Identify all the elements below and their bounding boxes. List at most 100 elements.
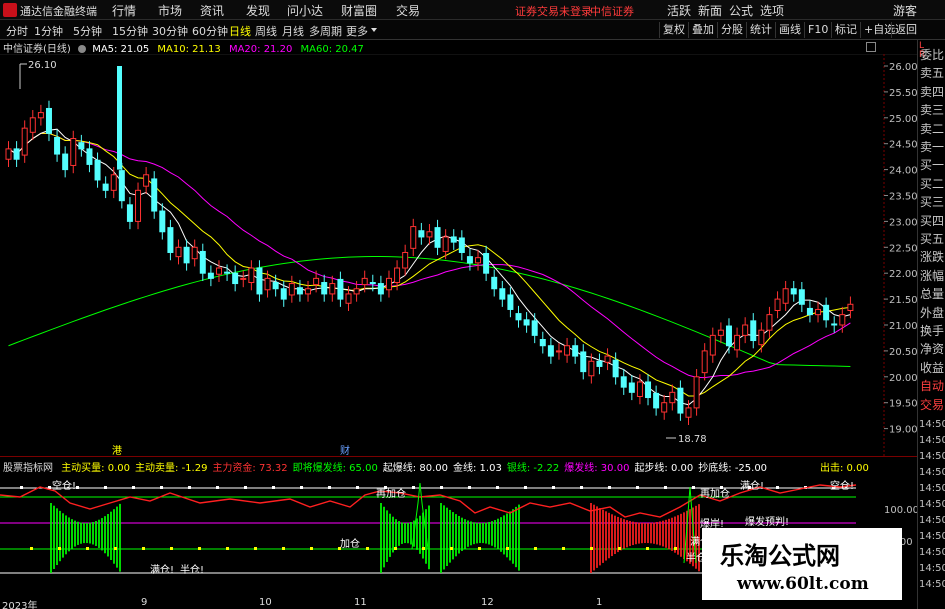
- side-panel-item[interactable]: 买五: [920, 230, 945, 247]
- period-toolbar: 分时 1分钟 5分钟 15分钟 30分钟 60分钟 日线 周线 月线 多周期 更…: [0, 20, 945, 40]
- y-tick-label: 19.50: [889, 399, 917, 410]
- menu-item-trade[interactable]: 交易: [396, 2, 420, 19]
- trade-status[interactable]: 证券交易未登录: [515, 3, 592, 19]
- period-button-1min[interactable]: 1分钟: [34, 23, 63, 39]
- ma60-line: [8, 256, 851, 367]
- y-tick-label: 19.00: [889, 425, 917, 436]
- menu-item-discover[interactable]: 发现: [246, 2, 270, 19]
- time-label: 14:50: [919, 451, 945, 462]
- x-tick-11: 11: [354, 597, 367, 608]
- menu-item-active[interactable]: 活跃: [667, 2, 691, 19]
- tool-button-adjust[interactable]: 复权: [659, 22, 688, 38]
- finance-marker: 财: [340, 444, 350, 456]
- side-panel-item[interactable]: 净资: [920, 340, 945, 357]
- ma-legend: 中信证券(日线) MA5: 21.05 MA10: 21.13 MA20: 21…: [0, 40, 364, 55]
- hk-marker: 港: [112, 445, 122, 456]
- watermark-title: 乐淘公式网: [720, 542, 840, 570]
- indicator-legend: 股票指标网 主动买量: 0.00 主动卖量: -1.29 主力资金: 73.32 即将…: [0, 459, 767, 474]
- menu-item-formula[interactable]: 公式: [729, 2, 753, 19]
- maximize-icon[interactable]: [866, 42, 876, 52]
- menu-item-guest[interactable]: 游客: [893, 2, 917, 19]
- tool-button-back[interactable]: 返回: [891, 22, 920, 38]
- period-button-month[interactable]: 月线: [282, 23, 304, 39]
- side-panel-item[interactable]: 换手: [920, 322, 945, 339]
- period-button-5min[interactable]: 5分钟: [73, 23, 102, 39]
- period-button-60min[interactable]: 60分钟: [192, 23, 228, 39]
- menu-item-news[interactable]: 资讯: [200, 2, 224, 19]
- menu-item-ask[interactable]: 问小达: [287, 2, 323, 19]
- time-label: 14:50: [919, 515, 945, 526]
- x-tick-2023: 2023年: [2, 601, 38, 609]
- x-tick-1: 1: [596, 597, 603, 608]
- menu-item-exchange[interactable]: 市场: [158, 2, 182, 19]
- side-panel-item[interactable]: 委比: [920, 46, 945, 63]
- period-button-timeshare[interactable]: 分时: [6, 23, 28, 39]
- side-panel-item[interactable]: 卖五: [920, 64, 945, 81]
- y-axis: 26.00 25.50 25.00 24.50 24.00 23.50 23.00 22.50…: [884, 62, 917, 436]
- tool-button-draw[interactable]: 画线: [775, 22, 804, 38]
- side-panel-item[interactable]: 买四: [920, 212, 945, 229]
- tool-button-mark[interactable]: 标记: [831, 22, 860, 38]
- ma20-line: [8, 132, 851, 379]
- side-panel-item[interactable]: 卖一: [920, 138, 945, 155]
- side-panel-item[interactable]: 卖三: [920, 101, 945, 118]
- watermark-url: www.60lt.com: [737, 574, 869, 594]
- y-tick-label: 22.50: [889, 243, 917, 254]
- chevron-down-icon[interactable]: [371, 28, 377, 32]
- period-button-30min[interactable]: 30分钟: [152, 23, 188, 39]
- menu-item-market[interactable]: 行情: [112, 2, 136, 19]
- side-panel-item[interactable]: 买三: [920, 193, 945, 210]
- period-button-more[interactable]: 更多: [346, 23, 368, 39]
- time-label: 14:50: [919, 547, 945, 558]
- y-tick-label: 20.00: [889, 373, 917, 384]
- y-tick-label: 20.50: [889, 347, 917, 358]
- tool-button-overlay[interactable]: 叠加: [688, 22, 717, 38]
- menu-item-newface[interactable]: 新面: [698, 2, 722, 19]
- indicator-ytick-100: 100.00: [884, 505, 917, 516]
- menu-bar: 通达信金融终端 行情 市场 资讯 发现 问小达 财富圈 交易 证券交易未登录 中…: [0, 0, 945, 20]
- side-panel-item[interactable]: 外盘: [920, 304, 945, 321]
- attack-value: 出击: 0.00: [820, 463, 869, 474]
- signal-label: 空仓!: [52, 479, 76, 492]
- side-panel-item[interactable]: 涨跌: [920, 248, 945, 265]
- tool-button-f10[interactable]: F10: [804, 22, 831, 38]
- signal-label: 加仓: [340, 537, 360, 550]
- time-label: 14:50: [919, 563, 945, 574]
- signal-label: 满仓!: [150, 563, 174, 576]
- menu-item-wealth[interactable]: 财富圈: [341, 2, 377, 19]
- tool-button-stats[interactable]: 统计: [746, 22, 775, 38]
- time-label: 14:50: [919, 499, 945, 510]
- candlestick-chart: 26.10 18.78 港 财 26.00 25.50 25.00 24.50 24.0…: [0, 54, 917, 456]
- side-panel-item[interactable]: 收益: [920, 359, 945, 376]
- side-panel-item[interactable]: 买一: [920, 156, 945, 173]
- side-panel-item[interactable]: 涨幅: [920, 267, 945, 284]
- side-panel-item[interactable]: 交易: [920, 396, 945, 413]
- y-tick-label: 26.00: [889, 62, 917, 73]
- side-panel-item[interactable]: 买二: [920, 175, 945, 192]
- app-title: 通达信金融终端: [20, 5, 97, 18]
- period-button-15min[interactable]: 15分钟: [112, 23, 148, 39]
- side-panel-item[interactable]: 总量: [920, 285, 945, 302]
- y-tick-label: 21.00: [889, 321, 917, 332]
- low-label: 18.78: [678, 434, 707, 445]
- settings-icon[interactable]: [78, 45, 86, 53]
- y-tick-label: 25.00: [889, 114, 917, 125]
- time-label: 14:50: [919, 531, 945, 542]
- period-button-week[interactable]: 周线: [255, 23, 277, 39]
- signal-label: 空仓!: [830, 479, 854, 492]
- side-panel-item[interactable]: 卖四: [920, 83, 945, 100]
- side-panel-item[interactable]: 自动: [920, 377, 945, 394]
- signal-label: 爆发预判!: [745, 515, 789, 528]
- time-label: 14:50: [919, 435, 945, 446]
- broker-name: 中信证券: [590, 5, 634, 18]
- period-button-multi[interactable]: 多周期: [309, 23, 342, 39]
- side-panel-item[interactable]: 卖二: [920, 120, 945, 137]
- y-tick-label: 25.50: [889, 88, 917, 99]
- time-label: 14:50: [919, 483, 945, 494]
- pane-divider: [0, 456, 917, 457]
- y-tick-label: 22.00: [889, 269, 917, 280]
- y-tick-label: 24.00: [889, 166, 917, 177]
- tool-button-split[interactable]: 分股: [717, 22, 746, 38]
- period-button-day[interactable]: 日线: [229, 23, 251, 39]
- menu-item-options[interactable]: 选项: [760, 2, 784, 19]
